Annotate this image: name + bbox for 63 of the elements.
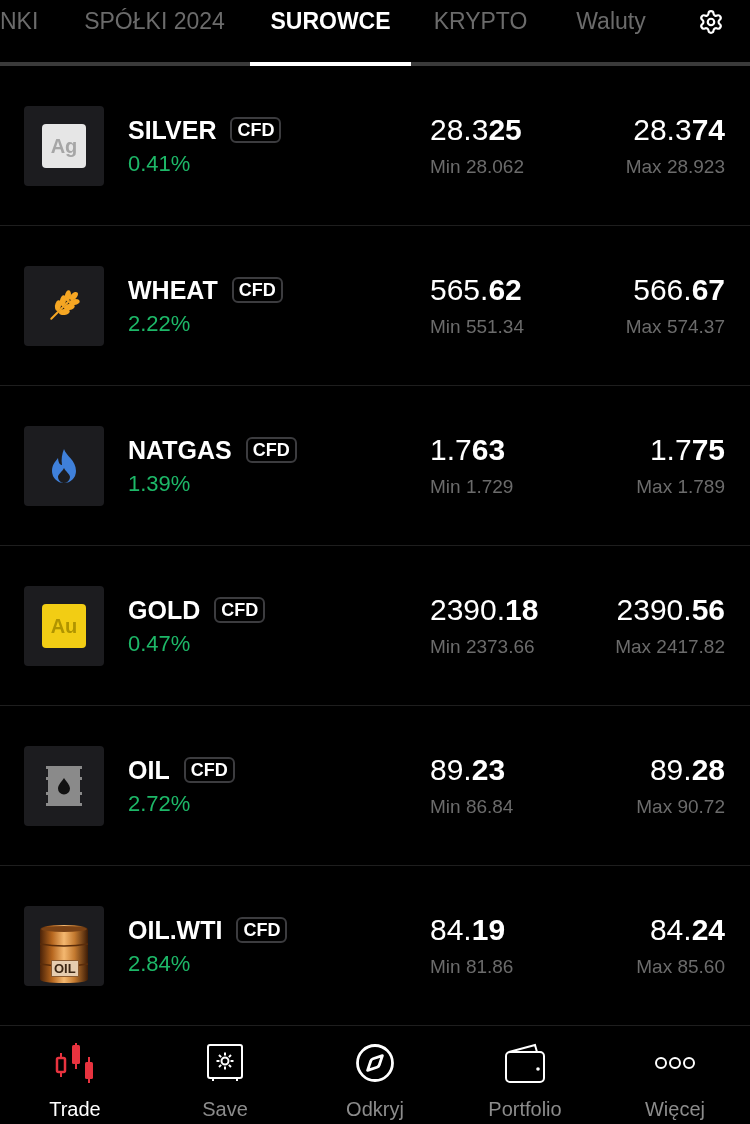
bid-price: 89.23 bbox=[430, 752, 506, 788]
bottom-nav-item[interactable]: Odkryj bbox=[300, 1026, 450, 1124]
element-symbol: Au bbox=[42, 603, 86, 648]
wallet-icon bbox=[505, 1043, 545, 1083]
cfd-badge: CFD bbox=[230, 116, 282, 143]
category-tab[interactable]: NKI bbox=[0, 0, 59, 66]
min-price: Min 86.84 bbox=[430, 795, 514, 819]
change-percent: 0.41% bbox=[128, 149, 192, 178]
candlestick-icon bbox=[54, 1043, 96, 1083]
category-tab[interactable]: SUROWCE bbox=[250, 0, 411, 66]
max-price: Max 90.72 bbox=[636, 795, 725, 819]
bid-price: 1.763 bbox=[430, 432, 506, 468]
cfd-badge: CFD bbox=[236, 916, 288, 943]
more-icon bbox=[654, 1056, 696, 1070]
ask-price: 89.28 bbox=[649, 752, 725, 788]
max-price: Max 1.789 bbox=[636, 475, 725, 499]
max-price: Max 574.37 bbox=[625, 315, 725, 339]
flame-icon bbox=[24, 425, 104, 506]
wheat-icon bbox=[24, 265, 104, 346]
min-price: Min 81.86 bbox=[430, 955, 514, 979]
cfd-badge: CFD bbox=[214, 596, 266, 623]
compass-icon bbox=[354, 1042, 396, 1084]
bottom-nav-item[interactable]: Save bbox=[150, 1026, 300, 1124]
ask-price: 1.775 bbox=[649, 432, 725, 468]
change-percent: 1.39% bbox=[128, 469, 192, 498]
max-price: Max 85.60 bbox=[636, 955, 725, 979]
settings-icon[interactable] bbox=[698, 9, 724, 35]
change-percent: 2.22% bbox=[128, 309, 192, 338]
bottom-nav-item[interactable]: Więcej bbox=[600, 1026, 750, 1124]
instrument-name: WHEAT bbox=[128, 274, 218, 306]
ask-price: 28.374 bbox=[633, 112, 725, 148]
bottom-nav-item[interactable]: Trade bbox=[0, 1026, 150, 1124]
ask-price: 84.24 bbox=[649, 912, 725, 948]
cfd-badge: CFD bbox=[231, 276, 283, 303]
instrument-name: NATGAS bbox=[128, 434, 232, 466]
ask-price: 2390.56 bbox=[616, 592, 725, 628]
bottom-nav-item[interactable]: Portfolio bbox=[450, 1026, 600, 1124]
instrument-name: SILVER bbox=[128, 114, 217, 146]
bid-price: 565.62 bbox=[430, 272, 522, 308]
category-tab[interactable]: Waluty bbox=[550, 0, 672, 66]
safe-icon bbox=[207, 1044, 243, 1082]
category-tab[interactable]: KRYPTO bbox=[411, 0, 550, 66]
instrument-name: OIL bbox=[128, 754, 170, 786]
min-price: Min 1.729 bbox=[430, 475, 514, 499]
ask-price: 566.67 bbox=[633, 272, 725, 308]
change-percent: 2.72% bbox=[128, 789, 192, 818]
min-price: Min 28.062 bbox=[430, 155, 524, 179]
instrument-name: GOLD bbox=[128, 594, 201, 626]
max-price: Max 2417.82 bbox=[615, 635, 725, 659]
drum-icon bbox=[24, 745, 104, 826]
instrument-name: OIL.WTI bbox=[128, 914, 223, 946]
bid-price: 2390.18 bbox=[430, 592, 539, 628]
cfd-badge: CFD bbox=[183, 756, 235, 783]
min-price: Min 551.34 bbox=[430, 315, 524, 339]
element-symbol: Ag bbox=[42, 123, 86, 168]
change-percent: 2.84% bbox=[128, 949, 192, 978]
bid-price: 28.325 bbox=[430, 112, 522, 148]
category-tab[interactable]: SPÓŁKI 2024 bbox=[59, 0, 250, 66]
cfd-badge: CFD bbox=[245, 436, 297, 463]
change-percent: 0.47% bbox=[128, 629, 192, 658]
max-price: Max 28.923 bbox=[625, 155, 725, 179]
min-price: Min 2373.66 bbox=[430, 635, 535, 659]
bid-price: 84.19 bbox=[430, 912, 506, 948]
